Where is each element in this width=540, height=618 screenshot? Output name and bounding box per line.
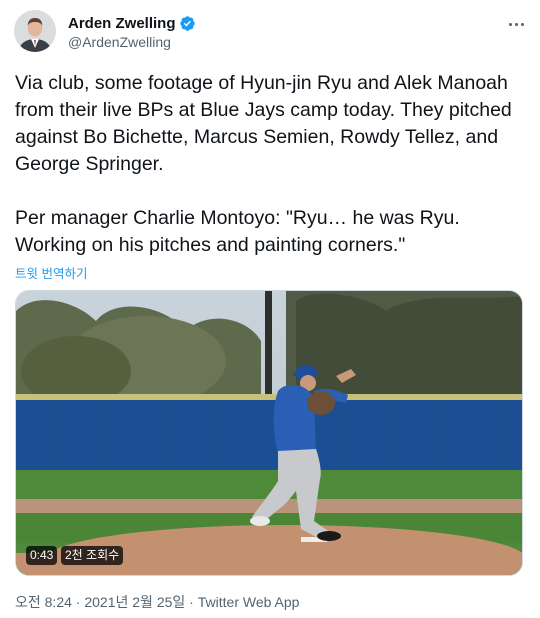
tweet-text: Via club, some footage of Hyun-jin Ryu a…: [15, 72, 512, 256]
video-thumbnail: [16, 291, 522, 575]
more-options-button[interactable]: [506, 14, 526, 34]
meta-separator: ·: [71, 594, 85, 610]
video-views-badge: 2천 조회수: [61, 546, 124, 565]
author-display-name[interactable]: Arden Zwelling: [68, 15, 176, 32]
tweet-time[interactable]: 오전 8:24: [15, 594, 72, 610]
video-duration-badge: 0:43: [26, 546, 58, 565]
author-name-row: Arden Zwelling: [68, 13, 196, 33]
avatar-image: [14, 10, 56, 52]
more-dot-icon: [520, 22, 524, 26]
tweet-source[interactable]: Twitter Web App: [198, 594, 300, 610]
more-dot-icon: [508, 22, 512, 26]
translate-tweet-link[interactable]: 트윗 번역하기: [15, 263, 87, 282]
meta-separator: ·: [185, 594, 198, 610]
tweet-card: Arden Zwelling @ArdenZwelling Via club, …: [0, 0, 540, 618]
author-block: Arden Zwelling @ArdenZwelling: [68, 13, 196, 50]
more-dot-icon: [514, 22, 518, 26]
video-player[interactable]: 0:43 2천 조회수: [15, 290, 523, 576]
tweet-metadata: 오전 8:24 · 2021년 2월 25일 · Twitter Web App: [15, 592, 299, 612]
tweet-date[interactable]: 2021년 2월 25일: [84, 594, 185, 610]
verified-badge-icon: [179, 15, 196, 32]
author-handle[interactable]: @ArdenZwelling: [68, 34, 196, 50]
avatar[interactable]: [14, 10, 56, 52]
